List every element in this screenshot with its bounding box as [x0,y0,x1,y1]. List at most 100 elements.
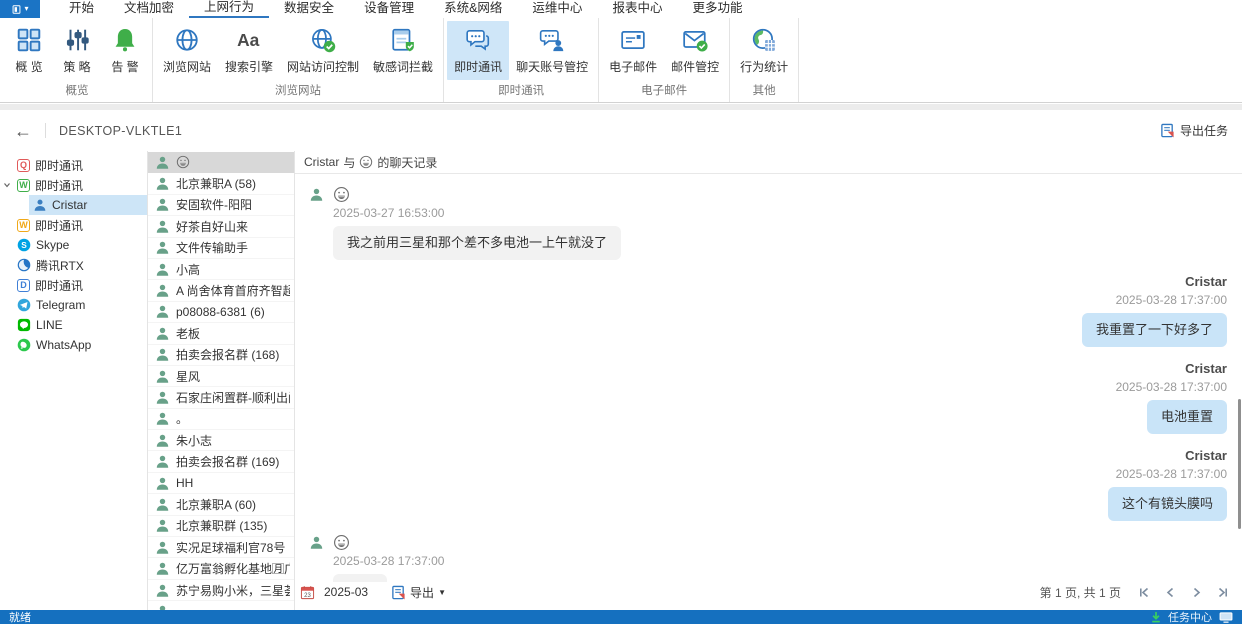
contact-item[interactable]: p08088-6381 (6) [148,302,294,323]
ribbon-button-mail-control[interactable]: 邮件管控 [664,21,726,80]
sidebar-item-label: Cristar [52,198,87,212]
sidebar-item-label: 即时通讯 [35,217,83,234]
menu-item-7[interactable]: 报表中心 [597,0,677,18]
chat-header: Cristar 与 的聊天记录 [295,151,1242,174]
contact-name: 。 [176,410,188,427]
ribbon-button-site-access-control[interactable]: 网站访问控制 [280,21,366,80]
contact-item[interactable]: 北京兼职A (58) [148,173,294,194]
menu-item-2[interactable]: 上网行为 [189,0,269,18]
contact-item[interactable] [148,601,294,610]
contact-item[interactable]: 老板 [148,323,294,344]
ribbon-button-email[interactable]: 电子邮件 [602,21,664,80]
contact-item[interactable]: 拍卖会报名群 (169) [148,451,294,472]
ribbon-button-im-chat[interactable]: 即时通讯 [447,21,509,80]
contact-item[interactable]: 实况足球福利官78号 [148,537,294,558]
chat-footer: 23 2025-03 导出 ▼ 第 1 页, 共 1 页 [295,582,1242,610]
menu-item-5[interactable]: 系统&网络 [429,0,517,18]
message-bubble: 这个有镜头膜吗 [1108,487,1227,521]
ribbon-group-label: 其他 [733,82,795,102]
sidebar-item-line[interactable]: LINE [0,315,147,335]
sidebar-item-q-app[interactable]: Q即时通讯 [0,155,147,175]
menu-item-4[interactable]: 设备管理 [349,0,429,18]
prev-page-button[interactable] [1164,586,1177,599]
ribbon-button-label: 聊天账号管控 [516,58,588,75]
menu-item-3[interactable]: 数据安全 [269,0,349,18]
contact-item[interactable]: 拍卖会报名群 (168) [148,345,294,366]
export-task-button[interactable]: 导出任务 [1160,122,1228,139]
browse-globe-icon [174,27,200,53]
chevron-expanded-icon[interactable] [3,181,11,189]
menu-item-0[interactable]: 开始 [54,0,109,18]
sidebar-item-wechat-app[interactable]: W即时通讯 [0,175,147,195]
contact-item[interactable]: 亿万富翁孵化基地🈷广 (3... [148,558,294,579]
contact-item[interactable]: 星风 [148,366,294,387]
contact-name: 星风 [176,368,200,385]
contact-item[interactable] [148,152,294,173]
contact-name: 朱小志 [176,432,212,449]
pagination: 第 1 页, 共 1 页 [1040,584,1229,601]
chat-message: 2025-03-28 17:37:00没有 [309,533,1230,582]
contact-item[interactable]: 文件传输助手 [148,238,294,259]
sidebar-item-d-app[interactable]: D即时通讯 [0,275,147,295]
ribbon-button-search-engine[interactable]: Aa搜索引擎 [218,21,280,80]
ribbon-group-label: 概览 [5,82,149,102]
contact-item[interactable]: 。 [148,409,294,430]
chevron-down-icon: ▾ [24,5,28,13]
ribbon-group-4: 行为统计其他 [730,18,799,102]
sidebar-item-rtx[interactable]: 腾讯RTX [0,255,147,275]
ribbon-button-alert-bell[interactable]: 告 警 [101,21,149,80]
menu-item-8[interactable]: 更多功能 [677,0,757,18]
sidebar-item-cristar[interactable]: Cristar [0,195,147,215]
contact-avatar-icon [155,326,170,341]
ribbon-button-label: 搜索引擎 [225,58,273,75]
chevron-down-icon: ▼ [438,588,446,597]
ribbon-button-label: 行为统计 [740,58,788,75]
ribbon-button-browse-globe[interactable]: 浏览网站 [156,21,218,80]
contact-item[interactable]: HH [148,473,294,494]
back-button[interactable]: ← [14,122,32,140]
app-menu-button[interactable]: ▾ [0,0,40,18]
menu-item-6[interactable]: 运维中心 [517,0,597,18]
sidebar-item-wecom-app[interactable]: W即时通讯 [0,215,147,235]
contact-name: 北京兼职A (58) [176,175,256,192]
ribbon-button-chat-account-control[interactable]: 聊天账号管控 [509,21,595,80]
sidebar-item-whatsapp[interactable]: WhatsApp [0,335,147,355]
menu-item-1[interactable]: 文档加密 [109,0,189,18]
contact-name: 拍卖会报名群 (168) [176,346,279,363]
mail-control-icon [682,27,708,53]
contact-item[interactable]: 安固软件-阳阳 [148,195,294,216]
month-selector[interactable]: 2025-03 [324,585,368,599]
chat-scrollbar[interactable] [1238,399,1241,529]
sidebar-item-telegram[interactable]: Telegram [0,295,147,315]
first-page-button[interactable] [1138,586,1151,599]
ribbon-button-overview-grid[interactable]: 概 览 [5,21,53,80]
toolbar-separator [45,123,46,138]
ribbon-button-sensitive-word-block[interactable]: 敏感词拦截 [366,21,440,80]
next-page-button[interactable] [1190,586,1203,599]
im-app-tree: Q即时通讯W即时通讯CristarW即时通讯SSkype腾讯RTXD即时通讯Te… [0,151,148,610]
contact-item[interactable]: 好茶自好山来 [148,216,294,237]
contact-item[interactable]: A 尚舍体育首府齐智超 [148,280,294,301]
ribbon-button-policy-sliders[interactable]: 策 略 [53,21,101,80]
last-page-button[interactable] [1216,586,1229,599]
contact-item[interactable]: 小高 [148,259,294,280]
ribbon-button-label: 敏感词拦截 [373,58,433,75]
contact-item[interactable]: 石家庄闲置群-顺利出闲置 (... [148,387,294,408]
monitor-icon[interactable] [1219,612,1233,623]
contact-name: 石家庄闲置群-顺利出闲置 (... [176,389,290,406]
contact-item[interactable]: 北京兼职群 (135) [148,516,294,537]
ribbon-button-behavior-stats[interactable]: 行为统计 [733,21,795,80]
contact-avatar-icon [155,197,170,212]
task-center-button[interactable]: 任务中心 [1168,609,1212,624]
contact-name: 北京兼职群 (135) [176,517,267,534]
message-bubble: 我重置了一下好多了 [1082,313,1227,347]
ribbon-button-label: 浏览网站 [163,58,211,75]
sidebar-item-skype[interactable]: SSkype [0,235,147,255]
contact-item[interactable]: 北京兼职A (60) [148,494,294,515]
export-dropdown[interactable]: 导出 ▼ [391,584,446,601]
calendar-icon[interactable]: 23 [300,585,315,600]
chat-messages: 2025-03-27 16:53:00我之前用三星和那个差不多电池一上午就没了C… [295,174,1242,582]
contact-item[interactable]: 苏宁易购小米，三星荟聚购... [148,580,294,601]
ribbon-group-2: 即时通讯聊天账号管控即时通讯 [444,18,599,102]
contact-item[interactable]: 朱小志 [148,430,294,451]
